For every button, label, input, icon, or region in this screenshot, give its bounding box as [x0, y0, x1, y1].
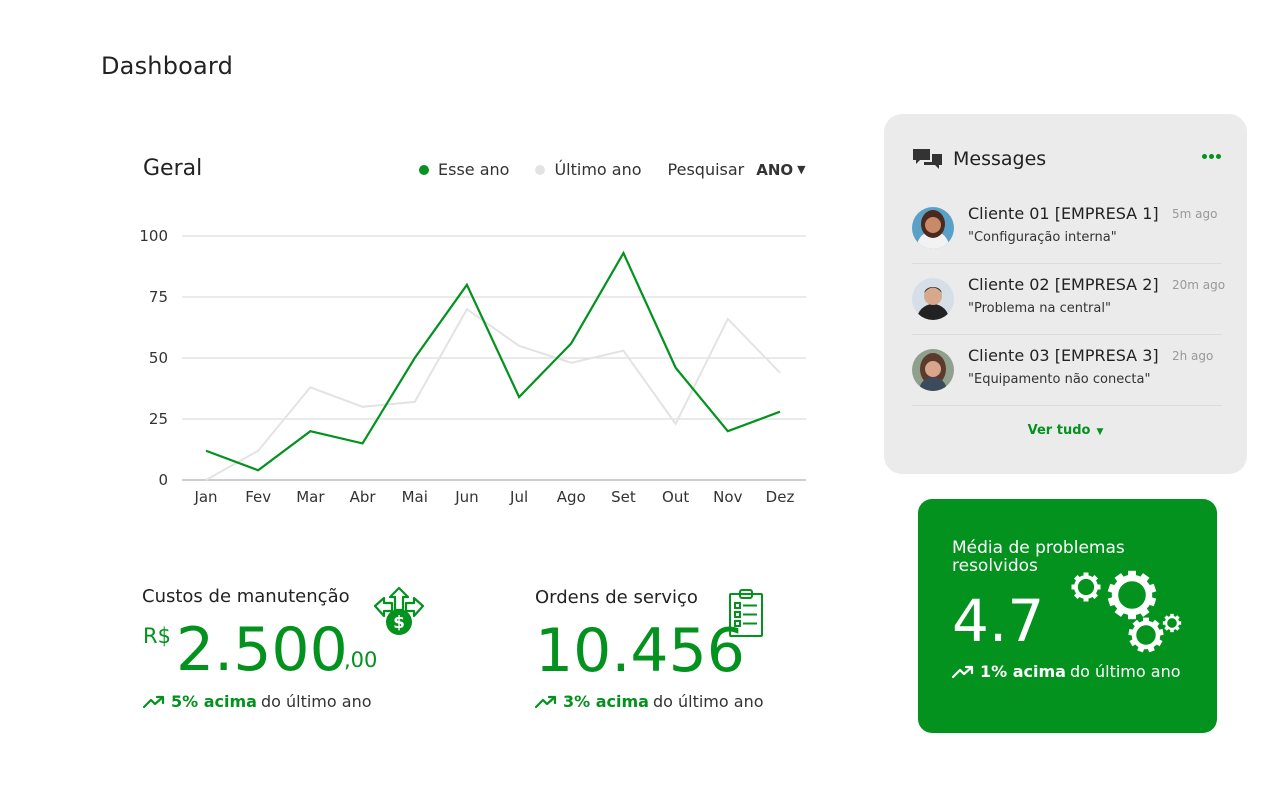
orders-value: 10.456: [535, 616, 745, 686]
orders-trend-suffix: do último ano: [652, 692, 764, 711]
resolved-trend-suffix: do último ano: [1069, 662, 1181, 681]
x-tick-label: Mar: [296, 488, 325, 506]
legend-dot-last-year: [535, 164, 546, 175]
message-item[interactable]: Cliente 03 [EMPRESA 3] 2h ago "Equipamen…: [912, 346, 1222, 406]
x-tick-label: Out: [662, 488, 689, 506]
costs-currency: R$: [143, 624, 171, 648]
costs-title: Custos de manutenção: [142, 586, 350, 607]
orders-trend: 3% acima do último ano: [535, 692, 764, 711]
money-distribution-icon: $: [373, 586, 425, 635]
avatar: [912, 207, 954, 249]
message-item[interactable]: Cliente 01 [EMPRESA 1] 5m ago "Configura…: [912, 204, 1222, 264]
x-tick-label: Jul: [509, 488, 528, 506]
y-tick-label: 0: [158, 471, 168, 489]
avatar: [912, 278, 954, 320]
caret-down-icon: ▼: [1096, 427, 1104, 437]
messages-header: Messages: [912, 148, 1046, 170]
message-sender: Cliente 03 [EMPRESA 3]: [968, 346, 1159, 365]
x-tick-label: Fev: [245, 488, 271, 506]
message-sender: Cliente 02 [EMPRESA 2]: [968, 275, 1159, 294]
trend-up-icon: [143, 695, 165, 708]
messages-title: Messages: [953, 148, 1047, 170]
period-select-value: ANO: [756, 160, 794, 179]
period-select[interactable]: ANO ▼: [756, 161, 805, 179]
message-preview: "Equipamento não conecta": [968, 372, 1151, 387]
x-tick-label: Mai: [402, 488, 428, 506]
chart-legend: Esse ano Último ano Pesquisar ANO ▼: [419, 160, 806, 179]
x-tick-label: Abr: [350, 488, 377, 506]
period-filter-label: Pesquisar: [667, 160, 745, 179]
y-tick-label: 50: [149, 349, 168, 367]
legend-this-year[interactable]: Esse ano: [419, 160, 509, 179]
costs-trend: 5% acima do último ano: [143, 692, 372, 711]
chart-title: Geral: [143, 156, 203, 181]
legend-last-year[interactable]: Último ano: [535, 160, 642, 179]
see-all-label: Ver tudo: [1027, 423, 1091, 438]
gear-shape: [1071, 572, 1101, 602]
resolved-trend: 1% acima do último ano: [952, 662, 1181, 681]
see-all-button[interactable]: Ver tudo ▼: [884, 423, 1247, 438]
resolved-value: 4.7: [952, 587, 1045, 655]
gear-shape: [1128, 617, 1164, 653]
costs-trend-highlight: 5% acima: [171, 692, 257, 711]
x-tick-label: Dez: [766, 488, 795, 506]
orders-title: Ordens de serviço: [535, 587, 698, 608]
trend-up-icon: [952, 665, 974, 678]
legend-last-year-label: Último ano: [554, 160, 642, 179]
x-tick-label: Nov: [713, 488, 742, 506]
avatar: [912, 349, 954, 391]
more-options-button[interactable]: [1202, 154, 1221, 159]
trend-up-icon: [535, 695, 557, 708]
series-line-this-year: [205, 250, 781, 472]
message-time: 5m ago: [1172, 207, 1218, 221]
series-line-last-year: [205, 307, 781, 481]
resolved-trend-highlight: 1% acima: [980, 662, 1066, 681]
legend-this-year-label: Esse ano: [438, 160, 510, 179]
orders-trend-highlight: 3% acima: [563, 692, 649, 711]
resolved-card: Média de problemas resolvidos 4.7 1% aci…: [918, 499, 1217, 733]
y-tick-label: 25: [149, 410, 168, 428]
messages-card: Messages Cliente 01 [EMPRESA 1] 5m ago "…: [884, 114, 1247, 474]
costs-trend-suffix: do último ano: [260, 692, 372, 711]
line-chart: 0 25 50 75 100 Jan Fev Mar Abr Mai Jun Jul Ago Set Out…: [139, 227, 806, 506]
message-time: 20m ago: [1172, 278, 1226, 292]
y-tick-label: 100: [139, 227, 168, 245]
gear-shape: [1107, 570, 1157, 620]
message-time: 2h ago: [1172, 349, 1214, 363]
message-preview: "Configuração interna": [968, 230, 1117, 245]
costs-decimals: ,00: [344, 648, 378, 672]
x-tick-label: Set: [611, 488, 636, 506]
legend-dot-this-year: [419, 164, 429, 175]
x-tick-label: Jun: [454, 488, 478, 506]
message-preview: "Problema na central": [968, 301, 1111, 316]
message-sender: Cliente 01 [EMPRESA 1]: [968, 204, 1159, 223]
page-title: Dashboard: [101, 52, 234, 80]
svg-text:$: $: [393, 613, 405, 633]
message-item[interactable]: Cliente 02 [EMPRESA 2] 20m ago "Problema…: [912, 275, 1226, 335]
x-tick-label: Jan: [193, 488, 217, 506]
gears-icon: [1071, 570, 1182, 653]
chat-bubbles-icon: [913, 149, 942, 169]
gear-shape: [1162, 613, 1182, 633]
x-tick-label: Ago: [557, 488, 586, 506]
caret-down-icon: ▼: [797, 163, 806, 176]
costs-value: 2.500: [176, 615, 348, 685]
y-tick-label: 75: [149, 288, 168, 306]
